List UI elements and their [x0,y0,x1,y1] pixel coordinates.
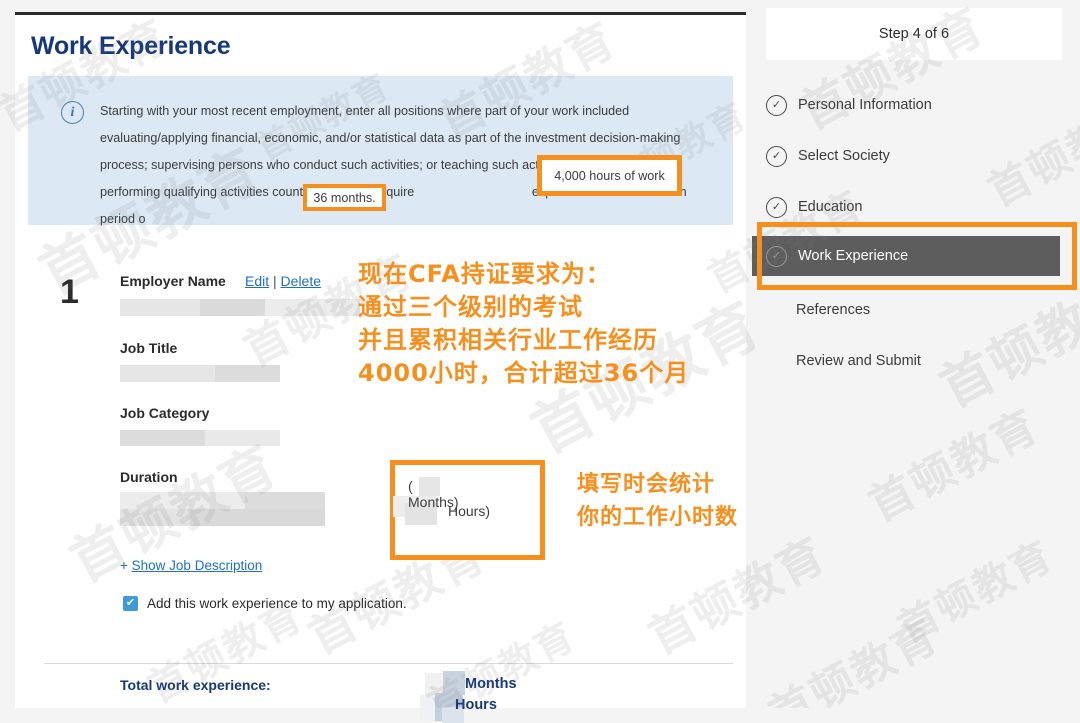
page-title: Work Experience [31,32,230,61]
check-circle-icon: ✓ [766,146,787,167]
redacted-employer-name [200,299,265,316]
entry-number: 1 [60,273,79,312]
edit-link[interactable]: Edit [245,273,269,289]
sidebar-item-label: Personal Information [798,97,932,113]
section-divider [44,663,733,664]
redacted-job-category [205,430,280,446]
redacted-job-title [120,365,215,382]
sidebar-item-references[interactable]: References [752,293,1060,327]
annotation-note-1: 现在CFA持证要求为： 通过三个级别的考试 并且累积相关行业工作经历 4000小… [358,258,689,390]
annotation-note-1-line-3: 并且累积相关行业工作经历 [358,324,689,357]
annotation-note-2-line-2: 你的工作小时数 [577,501,738,534]
redacted-duration [245,492,325,509]
step-indicator-label: Step 4 of 6 [879,26,949,42]
blank-icon [766,301,785,320]
annotation-note-2: 填写时会统计 你的工作小时数 [577,468,738,534]
highlight-box-months: 36 months. [303,184,386,211]
show-job-description-link[interactable]: + Show Job Description [120,558,262,573]
add-experience-checkbox[interactable]: ✔ [123,596,138,611]
employer-name-label: Employer Name [120,273,226,289]
annotation-note-1-line-1: 现在CFA持证要求为： [358,258,689,291]
check-circle-icon: ✓ [766,95,787,116]
highlight-box-work-experience-step [757,222,1077,290]
redacted-duration [120,509,190,526]
redacted-job-title [215,365,280,382]
employer-actions: Edit | Delete [245,273,321,289]
sidebar-item-review-and-submit[interactable]: Review and Submit [752,344,1060,378]
redacted-duration [190,509,325,526]
total-hours-unit: Hours [455,697,497,713]
redacted-job-category [120,430,205,446]
redacted-employer-name [120,299,200,316]
annotation-note-2-line-1: 填写时会统计 [577,468,738,501]
check-circle-icon: ✓ [766,197,787,218]
duration-label: Duration [120,469,178,485]
plus-icon: + [120,558,128,573]
job-title-label: Job Title [120,340,177,356]
info-icon: i [61,101,84,124]
sidebar-item-label: Review and Submit [796,353,921,369]
annotation-note-1-line-2: 通过三个级别的考试 [358,291,689,324]
sidebar-item-education[interactable]: ✓ Education [752,190,1060,224]
add-experience-label: Add this work experience to my applicati… [147,596,407,611]
job-category-label: Job Category [120,405,209,421]
add-experience-row[interactable]: ✔ Add this work experience to my applica… [123,596,407,611]
highlight-box-hours: 4,000 hours of work [537,155,682,196]
sidebar-item-label: Select Society [798,148,890,164]
show-job-description-label: Show Job Description [132,558,263,573]
delete-link[interactable]: Delete [281,273,321,289]
sidebar-item-label: References [796,302,870,318]
sidebar-item-select-society[interactable]: ✓ Select Society [752,139,1060,173]
annotation-note-1-line-4: 4000小时，合计超过36个月 [358,357,689,390]
total-work-experience-label: Total work experience: [120,677,271,693]
redacted-employer-name [265,299,360,316]
redacted-total-months [443,671,465,695]
progress-rail: Step 4 of 6 ✓ Personal Information ✓ Sel… [752,0,1080,708]
step-indicator: Step 4 of 6 [766,8,1062,60]
redacted-duration [120,492,245,509]
highlight-months-text: 36 months. [307,191,382,205]
sidebar-item-personal-information[interactable]: ✓ Personal Information [752,88,1060,122]
duration-hours-text: Hours) [448,503,490,519]
total-months-unit: Months [465,676,517,692]
sidebar-item-label: Education [798,199,863,215]
action-separator: | [273,273,277,289]
blank-icon [766,352,785,371]
highlight-hours-text: 4,000 hours of work [542,169,677,183]
